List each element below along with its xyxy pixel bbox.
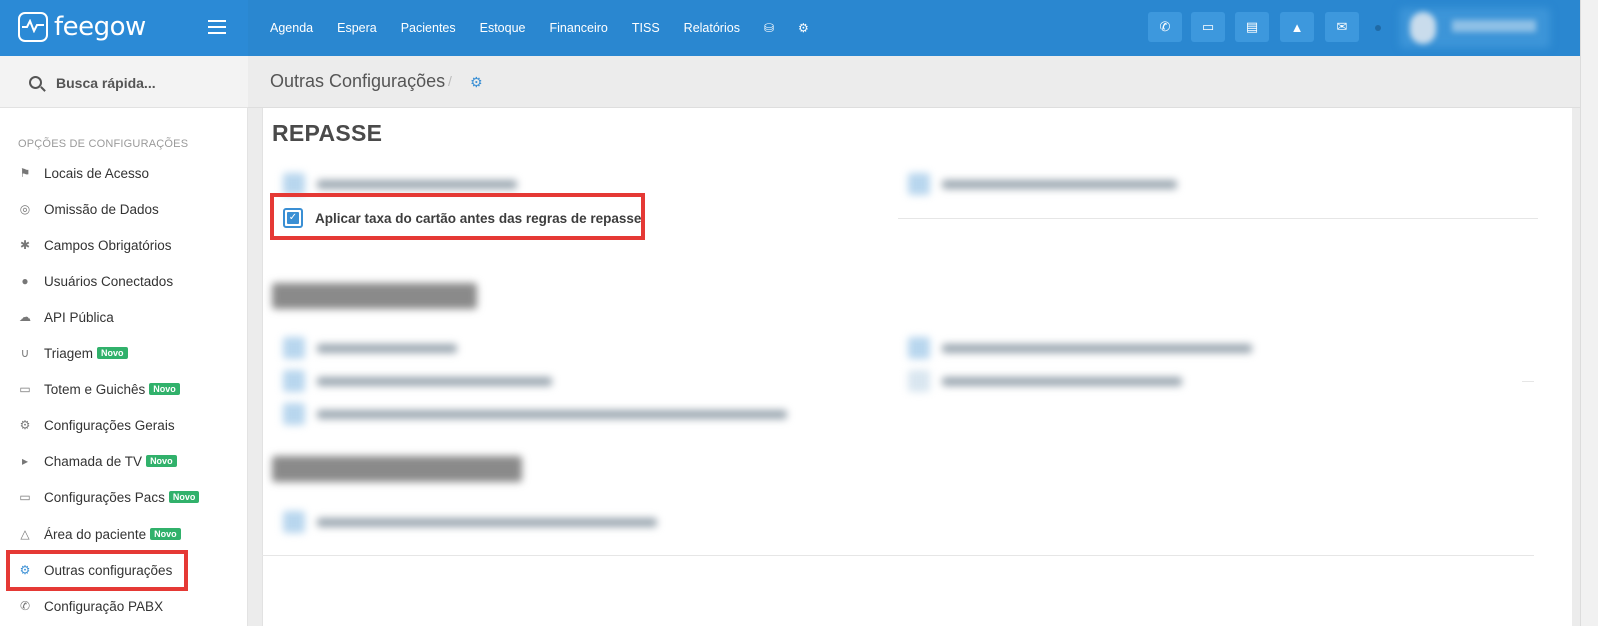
sidebar-item-locais-de-acesso[interactable]: ⚑ Locais de Acesso	[18, 162, 149, 184]
new-badge: Novo	[146, 455, 177, 467]
blurred-section-title	[272, 456, 522, 482]
blurred-option	[283, 511, 657, 533]
blurred-option	[283, 403, 787, 425]
sidebar-item-omissao-de-dados[interactable]: ◎ Omissão de Dados	[18, 198, 159, 220]
highlight-box	[6, 550, 188, 591]
section-title-repasse: REPASSE	[272, 120, 383, 146]
phone-icon[interactable]: ✆	[1148, 12, 1182, 42]
inbox-icon[interactable]: ▭	[1191, 12, 1225, 42]
sidebar-item-triagem[interactable]: ∪ Triagem Novo	[18, 342, 128, 364]
divider	[898, 218, 1538, 219]
map-pin-icon: ⚑	[19, 166, 31, 180]
gears-icon: ⚙	[19, 418, 31, 432]
sidebar-item-configuracoes-pacs[interactable]: ▭ Configurações Pacs Novo	[18, 486, 200, 508]
nav-espera[interactable]: Espera	[337, 21, 377, 35]
sidebar-item-configuracoes-gerais[interactable]: ⚙ Configurações Gerais	[18, 414, 175, 436]
blurred-option	[908, 173, 1177, 195]
card-icon[interactable]: ▤	[1235, 12, 1269, 42]
asterisk-icon: ✱	[19, 238, 31, 252]
new-badge: Novo	[97, 347, 128, 359]
status-dot	[1375, 25, 1381, 31]
user-icon: ●	[21, 274, 29, 288]
sidebar-item-configuracao-pabx[interactable]: ✆ Configuração PABX	[18, 595, 163, 617]
bullhorn-icon: ▸	[21, 454, 29, 468]
quick-search[interactable]: Busca rápida...	[0, 56, 248, 108]
page-title: Outras Configurações	[270, 71, 446, 91]
sidebar-item-api-publica[interactable]: ☁ API Pública	[18, 306, 114, 328]
laptop-icon: ▭	[19, 490, 31, 504]
breadcrumb-separator: /	[448, 73, 452, 89]
blurred-option	[908, 337, 1252, 359]
nav-financeiro[interactable]: Financeiro	[550, 21, 608, 35]
new-badge: Novo	[149, 383, 180, 395]
bell-icon[interactable]: ▲	[1280, 12, 1314, 42]
search-icon	[29, 76, 42, 89]
highlight-box	[270, 193, 645, 240]
new-badge: Novo	[168, 491, 200, 503]
sidebar-item-totem-e-guiches[interactable]: ▭ Totem e Guichês Novo	[18, 378, 180, 400]
divider	[1522, 381, 1534, 382]
cloud-icon: ☁	[19, 310, 31, 324]
main-nav: Agenda Espera Pacientes Estoque Financei…	[270, 0, 833, 56]
user-name-blurred	[1452, 20, 1536, 32]
top-navbar: feegow Agenda Espera Pacientes Estoque F…	[0, 0, 1580, 56]
gear-icon[interactable]: ⚙	[798, 21, 809, 35]
nav-agenda[interactable]: Agenda	[270, 21, 313, 35]
nav-estoque[interactable]: Estoque	[480, 21, 526, 35]
blurred-option	[908, 370, 1182, 392]
laptop-icon: ▭	[19, 382, 31, 396]
nav-tiss[interactable]: TISS	[632, 21, 660, 35]
sidebar-item-area-do-paciente[interactable]: △ Área do paciente Novo	[18, 523, 181, 545]
sidebar: Busca rápida... OPÇÕES DE CONFIGURAÇÕES …	[0, 56, 248, 626]
blurred-option	[283, 370, 552, 392]
nav-relatorios[interactable]: Relatórios	[684, 21, 740, 35]
eye-slash-icon: ◎	[19, 202, 31, 216]
search-input[interactable]: Busca rápida...	[56, 75, 156, 91]
page-scrollbar[interactable]	[1580, 0, 1598, 626]
gears-icon: ⚙	[470, 74, 483, 90]
divider	[262, 555, 1534, 556]
flask-icon: △	[20, 527, 30, 541]
sidebar-item-chamada-de-tv[interactable]: ▸ Chamada de TV Novo	[18, 450, 177, 472]
logo-text[interactable]: feegow	[54, 12, 146, 42]
sidebar-item-usuarios-conectados[interactable]: ● Usuários Conectados	[18, 270, 173, 292]
brand: feegow	[0, 0, 248, 56]
database-icon[interactable]: ⛁	[764, 21, 774, 35]
stethoscope-icon: ∪	[20, 346, 30, 360]
chat-icon[interactable]: ✉	[1325, 12, 1359, 42]
sidebar-item-campos-obrigatorios[interactable]: ✱ Campos Obrigatórios	[18, 234, 172, 256]
blurred-option	[283, 337, 457, 359]
avatar	[1410, 12, 1436, 44]
blurred-section-title	[272, 283, 477, 309]
menu-toggle-icon[interactable]	[208, 20, 226, 34]
nav-pacientes[interactable]: Pacientes	[401, 21, 456, 35]
sidebar-heading: OPÇÕES DE CONFIGURAÇÕES	[18, 138, 189, 150]
new-badge: Novo	[150, 528, 181, 540]
phone-icon: ✆	[19, 599, 31, 613]
blurred-option	[283, 173, 517, 195]
breadcrumb: Outras Configurações / ⚙	[248, 56, 1580, 108]
logo-icon	[18, 12, 48, 42]
